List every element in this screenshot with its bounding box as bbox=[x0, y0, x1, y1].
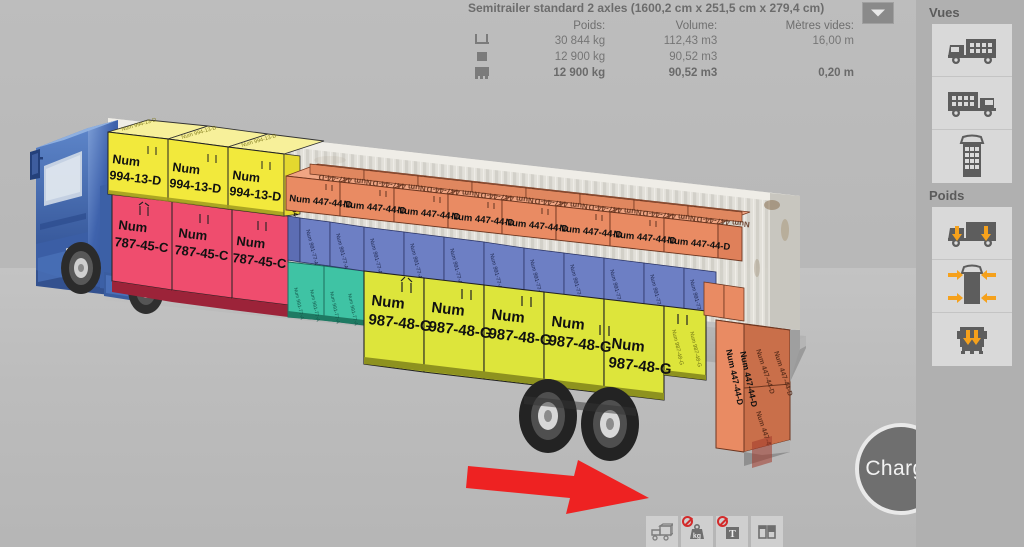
poids-button-group bbox=[932, 207, 1012, 366]
truck-rear-weight-icon bbox=[957, 326, 987, 354]
vues-button-group bbox=[932, 24, 1012, 183]
loaded-trailer-icon bbox=[468, 65, 496, 81]
col-metres-vides: Mètres vides: bbox=[785, 19, 854, 32]
row-poids: 12 900 kg bbox=[554, 50, 606, 63]
3d-viewport[interactable]: Num 787-45-C Num 787-45-C Num 787-45-C N… bbox=[0, 0, 916, 547]
section-title-poids: Poids bbox=[929, 188, 965, 203]
truck-side-weight-icon bbox=[948, 222, 996, 247]
stats-icon-col bbox=[468, 19, 496, 33]
row-metres-vides: 0,20 m bbox=[818, 66, 854, 79]
right-sidebar: Vues Poids bbox=[916, 0, 1024, 547]
toggle-split-view-button[interactable] bbox=[751, 516, 783, 547]
truck-side-right-icon bbox=[948, 39, 996, 64]
stats-header-row: Poids: Volume: Mètres vides: bbox=[468, 19, 854, 33]
trailer-rear-wheels bbox=[519, 379, 639, 461]
empty-trailer-icon bbox=[468, 33, 496, 49]
truck-3d-model[interactable]: Num 787-45-C Num 787-45-C Num 787-45-C N… bbox=[0, 0, 916, 547]
vehicle-info-panel: Semitrailer standard 2 axles (1600,2 cm … bbox=[468, 2, 854, 81]
toggle-weight-kg-button[interactable]: kg bbox=[681, 516, 713, 547]
row-volume: 112,43 m3 bbox=[663, 34, 718, 47]
col-poids: Poids: bbox=[573, 19, 606, 32]
vehicle-title: Semitrailer standard 2 axles (1600,2 cm … bbox=[468, 1, 825, 15]
row-poids: 12 900 kg bbox=[553, 66, 606, 79]
col-volume: Volume: bbox=[675, 19, 718, 32]
cargo-group-991-77-A-teal[interactable]: Num 991-77-A Num 991-77-A Num 991-77-A N… bbox=[287, 261, 365, 327]
charge-button-label: Charge bbox=[865, 457, 916, 480]
vehicle-stats-table: Poids: Volume: Mètres vides: 30 844 kg 1… bbox=[468, 19, 854, 81]
svg-text:kg: kg bbox=[693, 533, 701, 540]
row-poids: 30 844 kg bbox=[554, 34, 606, 47]
weight-axle-side-button[interactable] bbox=[932, 207, 1012, 260]
table-row: 12 900 kg 90,52 m3 0,20 m bbox=[468, 65, 854, 81]
view-side-right-button[interactable] bbox=[932, 24, 1012, 77]
table-row: 30 844 kg 112,43 m3 16,00 m bbox=[468, 33, 854, 49]
cargo-block-icon bbox=[468, 49, 496, 65]
view-top-button[interactable] bbox=[932, 130, 1012, 183]
chevron-down-icon bbox=[871, 9, 885, 17]
row-volume: 90,52 m3 bbox=[668, 66, 718, 79]
view-side-left-button[interactable] bbox=[932, 77, 1012, 130]
vehicle-dropdown-button[interactable] bbox=[862, 2, 894, 24]
table-row: 12 900 kg 90,52 m3 bbox=[468, 49, 854, 65]
disabled-badge-icon bbox=[682, 516, 693, 527]
weight-lateral-button[interactable] bbox=[932, 260, 1012, 313]
view-toolbar[interactable]: kg T bbox=[646, 516, 783, 547]
row-metres-vides bbox=[717, 49, 854, 65]
truck-side-left-icon bbox=[948, 92, 996, 117]
svg-text:T: T bbox=[729, 529, 736, 540]
row-volume: 90,52 m3 bbox=[669, 50, 718, 63]
disabled-badge-icon bbox=[717, 516, 728, 527]
row-metres-vides: 16,00 m bbox=[812, 34, 854, 47]
cargo-loading-app: Num 787-45-C Num 787-45-C Num 787-45-C N… bbox=[0, 0, 1024, 547]
show-3d-boxes-button[interactable] bbox=[646, 516, 678, 547]
weight-rear-button[interactable] bbox=[932, 313, 1012, 366]
truck-top-icon bbox=[959, 134, 985, 177]
toggle-text-labels-button[interactable]: T bbox=[716, 516, 748, 547]
truck-top-weight-icon bbox=[948, 264, 996, 304]
section-title-vues: Vues bbox=[929, 5, 960, 20]
